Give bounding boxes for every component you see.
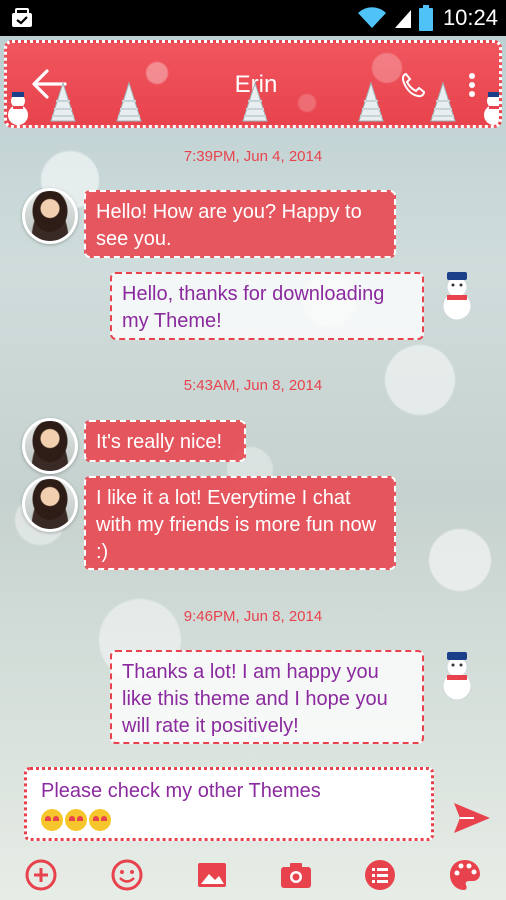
message-timestamp: 9:46PM, Jun 8, 2014 [183, 608, 323, 625]
add-icon[interactable] [24, 858, 58, 892]
heart-eyes-emoji-icon [65, 809, 87, 831]
incoming-message-bubble[interactable]: I like it a lot! Everytime I chat with m… [84, 476, 396, 570]
snowman-icon [8, 92, 28, 125]
emoji-icon[interactable] [110, 858, 144, 892]
incoming-message-bubble[interactable]: Hello! How are you? Happy to see you. [84, 190, 396, 258]
clock: 10:24 [442, 5, 498, 30]
snowman-icon [442, 272, 472, 321]
christmas-tree-icon [430, 81, 456, 122]
christmas-tree-icon [358, 81, 384, 122]
more-vert-icon[interactable] [465, 71, 479, 99]
christmas-tree-icon [50, 81, 76, 122]
outgoing-message-bubble[interactable]: Thanks a lot! I am happy you like this t… [110, 650, 424, 744]
battery-icon [418, 5, 433, 31]
send-icon[interactable] [452, 800, 492, 836]
notification-icon [12, 8, 32, 27]
bottom-toolbar [0, 850, 506, 900]
palette-icon[interactable] [448, 858, 482, 892]
christmas-tree-icon [242, 81, 268, 122]
heart-eyes-emoji-icon [41, 809, 63, 831]
incoming-message-bubble[interactable]: It's really nice! [84, 420, 246, 462]
emoji-row [41, 809, 417, 831]
snowman-icon [484, 92, 499, 125]
wifi-icon [357, 7, 386, 29]
christmas-tree-icon [116, 81, 142, 122]
list-icon[interactable] [363, 858, 397, 892]
outgoing-message-bubble[interactable]: Hello, thanks for downloading my Theme! [110, 272, 424, 340]
image-icon[interactable] [195, 858, 229, 892]
heart-eyes-emoji-icon [89, 809, 111, 831]
phone-icon[interactable] [399, 71, 427, 99]
avatar[interactable] [22, 418, 78, 474]
avatar[interactable] [22, 188, 78, 244]
message-timestamp: 5:43AM, Jun 8, 2014 [183, 377, 323, 394]
message-input-text: Please check my other Themes [41, 780, 321, 802]
snowman-icon [442, 652, 472, 701]
conversation-header: Erin [4, 40, 502, 128]
avatar[interactable] [22, 476, 78, 532]
camera-icon[interactable] [279, 858, 313, 892]
message-input[interactable]: Please check my other Themes [24, 767, 434, 841]
signal-icon [394, 10, 411, 28]
status-bar: 10:24 [0, 0, 506, 36]
message-timestamp: 7:39PM, Jun 4, 2014 [183, 148, 323, 165]
